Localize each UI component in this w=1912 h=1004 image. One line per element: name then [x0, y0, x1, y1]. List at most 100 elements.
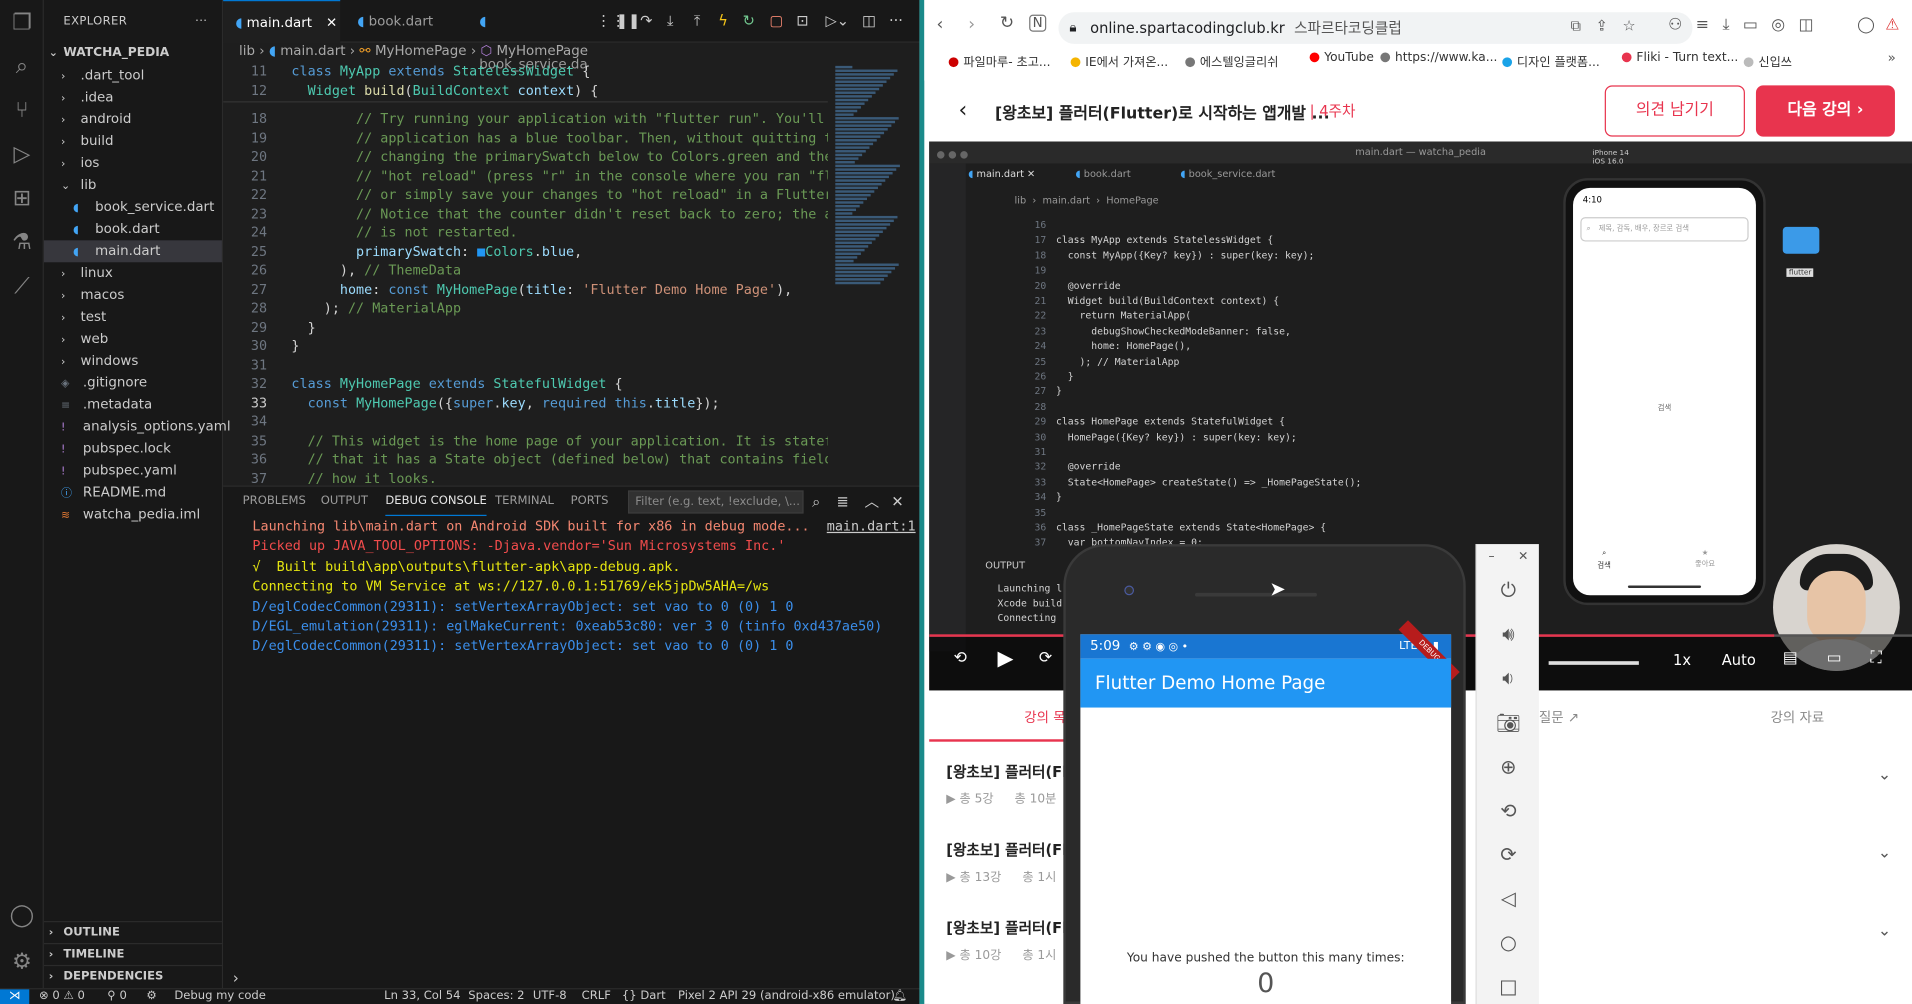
flutter-icon[interactable]: ⟋	[0, 263, 44, 307]
project-root[interactable]: ⌄ WATCHA_PEDIA	[44, 43, 222, 65]
code-line[interactable]: Widget build(BuildContext context) {	[291, 82, 599, 98]
code-line[interactable]: primarySwatch: ■Colors.blue,	[291, 243, 582, 259]
tree-item-test[interactable]: › test	[44, 306, 222, 328]
close-icon[interactable]: ✕	[326, 15, 337, 31]
code-line[interactable]: // Try running your application with "fl…	[291, 111, 828, 127]
code-editor[interactable]: 11 class MyApp extends StatelessWidget {1…	[223, 61, 828, 486]
debug-config[interactable]: Debug my code	[174, 989, 266, 1004]
step-out-icon[interactable]: ⤒	[694, 0, 700, 43]
tree-item-lib[interactable]: ⌄ lib	[44, 174, 222, 196]
expand-chevron-icon[interactable]: ⌄	[1878, 922, 1891, 940]
bookmark-item[interactable]: YouTube	[1309, 51, 1374, 65]
code-line[interactable]: // This widget is the home page of your …	[291, 432, 828, 448]
tab-book-service[interactable]: ◖ book_service.da	[467, 0, 589, 72]
volume-down-icon[interactable]: 🔉︎	[1477, 656, 1540, 700]
emulator-window-controls[interactable]: – ✕	[1477, 544, 1540, 568]
back-icon[interactable]: ‹	[936, 15, 943, 35]
language-mode[interactable]: {} Dart	[622, 989, 666, 1004]
tab-ports[interactable]: PORTS	[571, 487, 609, 516]
home-nav-icon[interactable]: ○	[1477, 920, 1540, 964]
extensions-icon[interactable]: ⊞	[0, 176, 44, 220]
forward-icon[interactable]: ›	[968, 15, 975, 35]
code-line[interactable]: // or simply save your changes to "hot r…	[291, 187, 828, 203]
more-icon[interactable]: ···	[195, 0, 207, 43]
bookmark-item[interactable]: 신입쓰	[1743, 51, 1792, 70]
tree-item-build[interactable]: › build	[44, 131, 222, 153]
code-line[interactable]: class MyHomePage extends StatefulWidget …	[291, 376, 622, 392]
code-line[interactable]: }	[291, 319, 316, 335]
cursor-position[interactable]: Ln 33, Col 54	[384, 989, 460, 1004]
code-line[interactable]: // "hot reload" (press "r" in the consol…	[291, 168, 828, 184]
line-ending[interactable]: CRLF	[582, 989, 611, 1004]
tab-debug-console[interactable]: DEBUG CONSOLE	[385, 487, 487, 517]
profile-icon[interactable]: ◯	[1857, 16, 1875, 34]
indentation[interactable]: Spaces: 2	[468, 989, 524, 1004]
bell-icon[interactable]: 🔔︎	[893, 989, 908, 1004]
step-over-icon[interactable]: ↷	[640, 0, 652, 43]
tree-item-watcha-pedia-iml[interactable]: ≋ watcha_pedia.iml	[44, 504, 222, 526]
tab-terminal[interactable]: TERMINAL	[495, 487, 554, 516]
code-line[interactable]: ), // ThemeData	[291, 262, 461, 278]
code-line[interactable]: }	[291, 338, 299, 354]
code-line[interactable]: // Notice that the counter didn't reset …	[291, 206, 828, 222]
rotate-left-icon[interactable]: ⟲	[1477, 788, 1540, 832]
tree-item-pubspec-yaml[interactable]: ! pubspec.yaml	[44, 460, 222, 482]
tree-item-readme-md[interactable]: ⓘ README.md	[44, 482, 222, 504]
tree-item-android[interactable]: › android	[44, 109, 222, 131]
tree-item-metadata[interactable]: ≡ .metadata	[44, 394, 222, 416]
debug-icon[interactable]: ⚙	[146, 989, 156, 1004]
code-line[interactable]: // how it looks.	[291, 470, 437, 485]
play-icon[interactable]: ▶	[997, 647, 1013, 671]
tree-item-macos[interactable]: › macos	[44, 284, 222, 306]
more-actions-icon[interactable]: ···	[889, 0, 903, 43]
console-filter-input[interactable]: Filter (e.g. text, !exclude, \...	[627, 490, 804, 514]
code-line[interactable]: // application has a blue toolbar. Then,…	[291, 130, 828, 146]
expand-chevron-icon[interactable]: ⌄	[1878, 766, 1891, 784]
run-debug-icon[interactable]: ▷	[0, 132, 44, 176]
console-prompt-icon[interactable]: ›	[233, 970, 239, 987]
hot-reload-icon[interactable]: ϟ	[718, 0, 728, 43]
back-nav-icon[interactable]: ◁	[1477, 876, 1540, 920]
power-icon[interactable]: ⏻	[1477, 568, 1540, 612]
clear-console-icon[interactable]: ≣	[837, 487, 849, 516]
maximize-panel-icon[interactable]: ︿	[865, 487, 880, 516]
fullscreen-icon[interactable]: ⛶	[1871, 649, 1882, 667]
dependencies-section[interactable]: › DEPENDENCIES	[43, 964, 224, 987]
tree-item-main-dart[interactable]: ◖ main.dart	[43, 240, 222, 263]
device-selector[interactable]: Pixel 2 API 29 (android-x86 emulator)	[678, 989, 895, 1004]
address-bar-actions-icon[interactable]: ⧉⇪☆	[1571, 17, 1651, 35]
stop-icon[interactable]: ▢	[769, 0, 783, 43]
zoom-icon[interactable]: ⊕	[1477, 744, 1540, 788]
code-line[interactable]: class MyApp extends StatelessWidget {	[291, 63, 590, 79]
tree-item-pubspec-lock[interactable]: ! pubspec.lock	[44, 438, 222, 460]
subtitles-icon[interactable]: ▤	[1783, 649, 1798, 667]
code-line[interactable]: // that it has a State object (defined b…	[291, 451, 828, 467]
account-icon[interactable]: ◯	[0, 893, 44, 937]
tree-item-gitignore[interactable]: ◈ .gitignore	[44, 372, 222, 394]
split-editor-icon[interactable]: ◫	[862, 0, 876, 43]
explorer-icon[interactable]: ❐	[0, 0, 44, 44]
naver-icon[interactable]: N	[1029, 14, 1047, 32]
outline-section[interactable]: › OUTLINE	[43, 921, 224, 943]
code-line[interactable]: // changing the primarySwatch below to C…	[291, 149, 828, 165]
tab-problems[interactable]: PROBLEMS	[243, 487, 306, 516]
search-icon[interactable]: ⌕	[0, 44, 44, 88]
warning-icon[interactable]: ⚠	[1885, 16, 1899, 34]
tab-book-dart[interactable]: ◖ book.dart	[345, 0, 462, 43]
bookmark-item[interactable]: Fliki - Turn text...	[1621, 51, 1738, 65]
console-source-link[interactable]: main.dart:1	[827, 518, 916, 534]
expand-chevron-icon[interactable]: ⌄	[1878, 844, 1891, 862]
forward-10-icon[interactable]: ⟳	[1039, 649, 1052, 667]
code-line[interactable]: const MyHomePage({super.key, required th…	[291, 395, 720, 411]
search-icon[interactable]: ⌕	[812, 487, 820, 516]
feedback-button[interactable]: 의견 남기기	[1604, 85, 1745, 137]
code-line[interactable]: // is not restarted.	[291, 224, 518, 240]
testing-icon[interactable]: ⚗	[0, 220, 44, 264]
code-line[interactable]: home: const MyHomePage(title: 'Flutter D…	[291, 281, 792, 297]
source-control-icon[interactable]: ⑂	[0, 88, 44, 132]
bookmark-item[interactable]: 파일마루- 초고...	[948, 51, 1051, 70]
bookmark-item[interactable]: https://www.ka...	[1380, 51, 1497, 65]
reload-icon[interactable]: ↻	[1000, 13, 1014, 33]
pause-icon[interactable]: ❚❚	[616, 0, 641, 43]
toolbar-icons[interactable]: ⚇≡⤓▭◎◫	[1668, 16, 1827, 34]
